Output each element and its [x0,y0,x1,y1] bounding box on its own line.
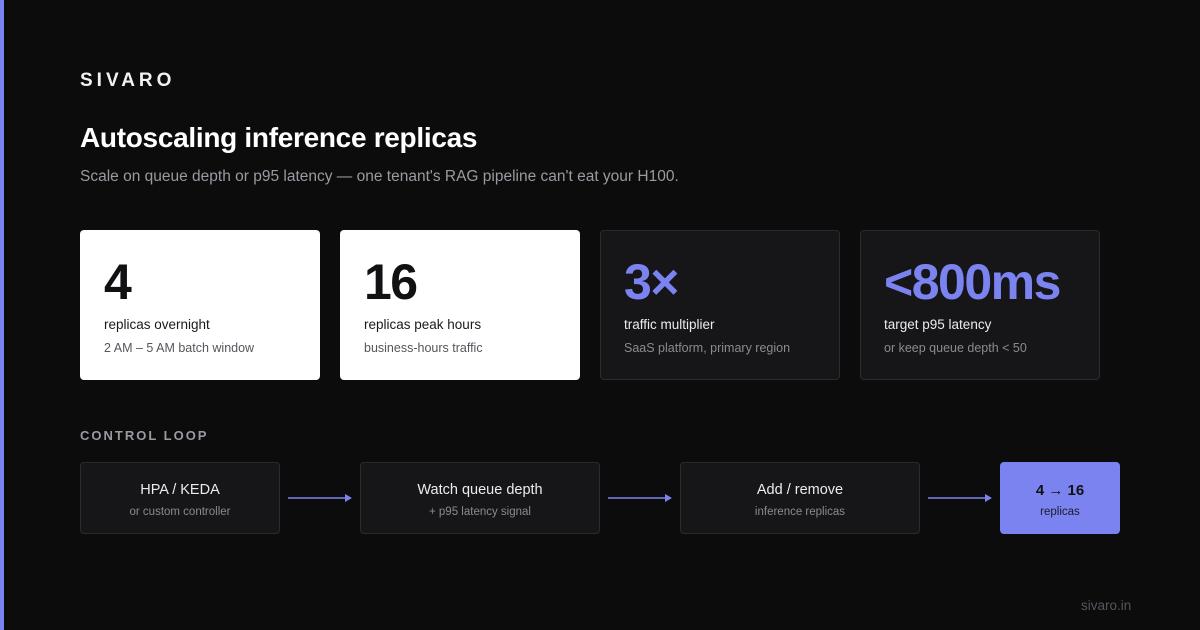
stat-value: 4 [104,254,132,310]
stat-card-replicas-peak: 16 replicas peak hours business-hours tr… [340,230,580,380]
page-title: Autoscaling inference replicas [80,122,478,153]
stat-sub: business-hours traffic [364,341,483,355]
arrow-right-icon [288,494,352,502]
stat-label: target p95 latency [884,317,992,332]
stat-card-replicas-overnight: 4 replicas overnight 2 AM – 5 AM batch w… [80,230,320,380]
stat-value: 16 [364,254,418,310]
step-sub: inference replicas [754,506,846,518]
stat-sub: 2 AM – 5 AM batch window [104,341,255,355]
stat-label: replicas peak hours [364,317,482,332]
page-subtitle: Scale on queue depth or p95 latency — on… [80,168,679,185]
stat-value: 3× [624,254,680,310]
stat-label: replicas overnight [104,317,210,332]
step-title: Add / remove [756,482,844,498]
stat-sub: SaaS platform, primary region [624,341,791,355]
stat-label: traffic multiplier [624,317,715,332]
arrow-right-icon [608,494,672,502]
control-step-result: 4 → 16 replicas [1000,462,1120,534]
step-sub: replicas [1040,506,1080,518]
step-sub: + p95 latency signal [429,506,531,518]
footer-url: sivaro.in [1081,598,1132,613]
control-step-hpa-keda: HPA / KEDA or custom controller [80,462,280,534]
stat-sub: or keep queue depth < 50 [884,341,1027,355]
step-sub: or custom controller [129,506,231,518]
stat-value: <800ms [884,254,1061,310]
brand-logo: SIVARO [80,70,176,91]
step-title: 4 → 16 [1035,482,1085,499]
stat-card-traffic-multiplier: 3× traffic multiplier SaaS platform, pri… [600,230,840,380]
step-title: Watch queue depth [417,482,543,498]
control-step-watch-queue: Watch queue depth + p95 latency signal [360,462,600,534]
control-loop-heading: CONTROL LOOP [80,428,209,443]
stat-card-target-latency: <800ms target p95 latency or keep queue … [860,230,1100,380]
accent-bar [0,0,4,630]
control-step-add-remove: Add / remove inference replicas [680,462,920,534]
arrow-right-icon [928,494,992,502]
step-title: HPA / KEDA [140,482,220,498]
